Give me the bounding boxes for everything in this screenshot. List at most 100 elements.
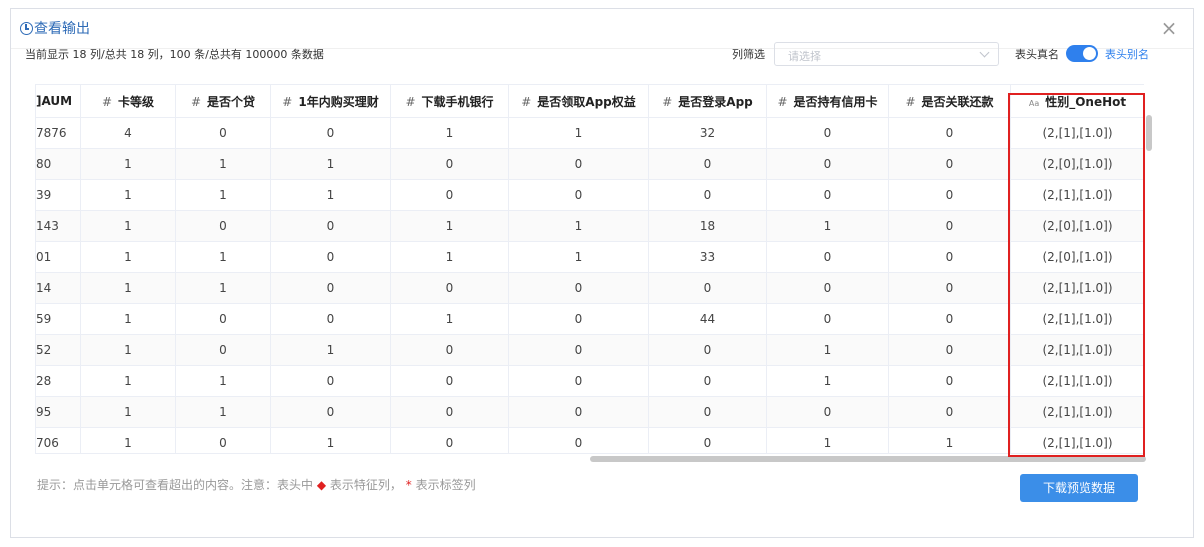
table-cell[interactable]: 0 — [175, 334, 271, 366]
table-cell[interactable]: 706 — [35, 427, 81, 453]
table-cell[interactable]: 1 — [270, 427, 391, 453]
table-cell[interactable]: 59 — [35, 303, 81, 335]
table-cell[interactable]: 1 — [888, 427, 1011, 453]
table-cell[interactable]: 80 — [35, 148, 81, 180]
table-cell[interactable]: 95 — [35, 396, 81, 428]
table-cell[interactable]: 0 — [648, 427, 767, 453]
column-header[interactable]: # 是否领取App权益 — [508, 84, 649, 118]
table-cell[interactable]: (2,[1],[1.0]) — [1010, 365, 1144, 397]
table-cell[interactable]: 0 — [175, 303, 271, 335]
table-cell[interactable]: 0 — [888, 179, 1011, 211]
table-cell[interactable]: 0 — [508, 427, 649, 453]
table-cell[interactable]: 1 — [270, 179, 391, 211]
table-cell[interactable]: 1 — [175, 365, 271, 397]
table-cell[interactable]: (2,[1],[1.0]) — [1010, 272, 1144, 304]
table-cell[interactable]: 0 — [270, 365, 391, 397]
table-cell[interactable]: 0 — [888, 396, 1011, 428]
table-cell[interactable]: (2,[1],[1.0]) — [1010, 427, 1144, 453]
table-cell[interactable]: 0 — [270, 272, 391, 304]
column-header[interactable]: ]AUM — [35, 84, 81, 118]
table-cell[interactable]: 0 — [888, 148, 1011, 180]
table-cell[interactable]: 0 — [175, 210, 271, 242]
table-cell[interactable]: 0 — [390, 179, 509, 211]
column-header[interactable]: # 是否关联还款 — [888, 84, 1011, 118]
table-cell[interactable]: 1 — [80, 241, 176, 273]
table-cell[interactable]: 1 — [270, 148, 391, 180]
table-cell[interactable]: 1 — [508, 210, 649, 242]
table-cell[interactable]: 1 — [80, 334, 176, 366]
table-cell[interactable]: 1 — [766, 210, 889, 242]
table-cell[interactable]: 1 — [175, 241, 271, 273]
table-cell[interactable]: 0 — [888, 272, 1011, 304]
table-cell[interactable]: 0 — [766, 241, 889, 273]
table-cell[interactable]: 32 — [648, 117, 767, 149]
table-cell[interactable]: 0 — [648, 272, 767, 304]
table-cell[interactable]: (2,[1],[1.0]) — [1010, 179, 1144, 211]
table-cell[interactable]: 1 — [80, 148, 176, 180]
table-cell[interactable]: 1 — [508, 241, 649, 273]
table-cell[interactable]: 7876 — [35, 117, 81, 149]
table-cell[interactable]: 0 — [270, 241, 391, 273]
table-cell[interactable]: 0 — [766, 148, 889, 180]
column-header[interactable]: # 是否持有信用卡 — [766, 84, 889, 118]
table-cell[interactable]: 0 — [766, 303, 889, 335]
table-cell[interactable]: 0 — [648, 334, 767, 366]
table-cell[interactable]: 52 — [35, 334, 81, 366]
horizontal-scrollbar[interactable] — [590, 456, 1146, 462]
table-cell[interactable]: 0 — [508, 272, 649, 304]
table-cell[interactable]: 0 — [766, 179, 889, 211]
table-cell[interactable]: 0 — [888, 365, 1011, 397]
table-cell[interactable]: 33 — [648, 241, 767, 273]
table-cell[interactable]: 0 — [508, 396, 649, 428]
table-cell[interactable]: 1 — [175, 396, 271, 428]
table-cell[interactable]: 0 — [648, 179, 767, 211]
column-header[interactable]: #1年内购买理财 — [270, 84, 391, 118]
table-cell[interactable]: 39 — [35, 179, 81, 211]
table-cell[interactable]: 1 — [390, 303, 509, 335]
table-cell[interactable]: 44 — [648, 303, 767, 335]
table-cell[interactable]: 1 — [80, 365, 176, 397]
table-cell[interactable]: 0 — [390, 334, 509, 366]
table-cell[interactable]: 0 — [390, 427, 509, 453]
table-cell[interactable]: (2,[0],[1.0]) — [1010, 210, 1144, 242]
table-cell[interactable]: 0 — [270, 117, 391, 149]
table-cell[interactable]: 1 — [175, 272, 271, 304]
table-cell[interactable]: 1 — [175, 148, 271, 180]
column-header[interactable]: Aa 性别_OneHot — [1010, 84, 1144, 118]
close-button[interactable]: × — [1159, 18, 1179, 38]
table-cell[interactable]: 1 — [80, 427, 176, 453]
table-cell[interactable]: 0 — [390, 365, 509, 397]
table-cell[interactable]: 0 — [648, 396, 767, 428]
table-cell[interactable]: 1 — [766, 365, 889, 397]
table-cell[interactable]: 1 — [80, 272, 176, 304]
column-header[interactable]: # 是否个贷 — [175, 84, 271, 118]
table-cell[interactable]: 1 — [80, 303, 176, 335]
table-cell[interactable]: 4 — [80, 117, 176, 149]
table-cell[interactable]: 1 — [766, 427, 889, 453]
table-cell[interactable]: (2,[1],[1.0]) — [1010, 117, 1144, 149]
table-cell[interactable]: 0 — [270, 396, 391, 428]
data-table-container[interactable]: ]AUM # 卡等级 # 是否个贷 #1年内购买理财 # 下载手机银行 # 是否领取App权益 # 是… — [35, 84, 1144, 454]
table-cell[interactable]: 0 — [888, 241, 1011, 273]
table-cell[interactable]: 28 — [35, 365, 81, 397]
table-cell[interactable]: (2,[1],[1.0]) — [1010, 396, 1144, 428]
table-cell[interactable]: (2,[1],[1.0]) — [1010, 334, 1144, 366]
table-cell[interactable]: 0 — [888, 117, 1011, 149]
table-cell[interactable]: 0 — [508, 179, 649, 211]
table-cell[interactable]: 0 — [508, 303, 649, 335]
table-cell[interactable]: (2,[0],[1.0]) — [1010, 241, 1144, 273]
table-cell[interactable]: 0 — [888, 210, 1011, 242]
column-filter-select[interactable]: 请选择 — [774, 42, 999, 66]
table-cell[interactable]: 143 — [35, 210, 81, 242]
table-cell[interactable]: 0 — [508, 334, 649, 366]
download-preview-button[interactable]: 下载预览数据 — [1020, 474, 1138, 502]
table-cell[interactable]: 1 — [390, 117, 509, 149]
column-header[interactable]: # 下载手机银行 — [390, 84, 509, 118]
table-cell[interactable]: 0 — [888, 303, 1011, 335]
table-cell[interactable]: 0 — [175, 427, 271, 453]
vertical-scrollbar[interactable] — [1146, 115, 1152, 151]
table-cell[interactable]: 0 — [390, 396, 509, 428]
table-cell[interactable]: 1 — [390, 241, 509, 273]
table-cell[interactable]: 1 — [270, 334, 391, 366]
table-cell[interactable]: (2,[0],[1.0]) — [1010, 148, 1144, 180]
